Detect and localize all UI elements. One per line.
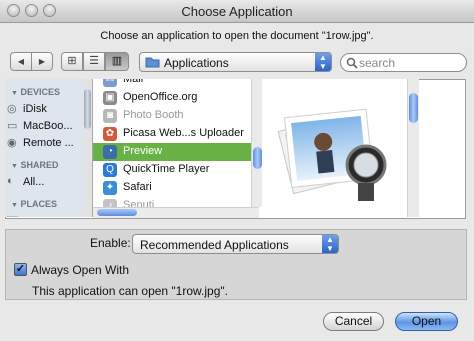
network-icon: ◐	[7, 175, 14, 187]
app-label: Mail	[123, 79, 144, 85]
location-popup[interactable]: Applications ▲ ▼	[139, 52, 332, 72]
column-view-icon: ▥	[111, 55, 123, 67]
forward-button[interactable]: ▶	[31, 52, 53, 71]
app-row[interactable]: ◔ Preview	[93, 143, 251, 161]
open-label: Open	[411, 314, 442, 328]
sidebar-scroll-thumb[interactable]	[84, 89, 91, 129]
popup-arrows-icon: ▲ ▼	[315, 53, 331, 71]
app-label: Photo Booth	[123, 109, 184, 121]
compatibility-note: This application can open "1row.jpg".	[32, 284, 228, 298]
folder-icon	[145, 57, 160, 68]
app-row[interactable]: ✦ Safari	[93, 179, 251, 197]
preview-scrollbar[interactable]	[407, 79, 419, 217]
search-icon	[346, 57, 358, 69]
preview-icon: ◔	[103, 145, 117, 159]
laptop-icon: ▭	[7, 120, 18, 132]
picasa-icon: ✿	[103, 127, 117, 141]
sidebar-item-label: Remote ...	[23, 137, 74, 149]
checkmark-icon: ✓	[15, 263, 26, 275]
dialog-prompt: Choose an application to open the docume…	[100, 30, 374, 42]
app-row[interactable]: ◙ Photo Booth	[93, 107, 251, 125]
app-label: Safari	[123, 181, 152, 193]
enable-popup[interactable]: Recommended Applications ▲ ▼	[132, 234, 339, 254]
horizontal-scroll-thumb[interactable]	[97, 209, 137, 216]
location-label: Applications	[164, 56, 229, 70]
mail-icon: ✉	[103, 79, 117, 87]
preview-scroll-thumb[interactable]	[409, 93, 418, 123]
choose-application-dialog: Choose Application Choose an application…	[0, 0, 474, 341]
enable-label: Enable:	[90, 236, 131, 250]
preview-pane	[262, 79, 407, 217]
app-row[interactable]: Q QuickTime Player	[93, 161, 251, 179]
sidebar-item-label: iDisk	[23, 103, 47, 115]
column-scroll-thumb[interactable]	[253, 147, 262, 169]
disclosure-triangle-icon[interactable]: ▼	[11, 163, 18, 170]
disc-icon: ◉	[7, 137, 17, 149]
quicktime-icon: Q	[103, 163, 117, 177]
title-bar: Choose Application	[0, 0, 474, 23]
horizontal-scrollbar[interactable]	[93, 207, 259, 218]
sidebar: ▼ DEVICES ◎ iDisk ▭ MacBoo... ◉ Remote .…	[5, 79, 93, 217]
places-heading: ▼ PLACES	[11, 199, 57, 209]
globe-icon: ◎	[7, 103, 17, 115]
devices-heading: ▼ DEVICES	[11, 87, 60, 97]
open-button[interactable]: Open	[395, 312, 458, 331]
forward-arrow-icon: ▶	[38, 57, 46, 66]
icon-view-icon: ⊞	[67, 55, 77, 67]
sidebar-item-macbook[interactable]: ▭ MacBoo...	[5, 119, 89, 135]
cancel-label: Cancel	[334, 314, 373, 328]
sidebar-item-idisk[interactable]: ◎ iDisk	[5, 102, 89, 118]
app-row[interactable]: ✉ Mail	[93, 79, 251, 89]
disclosure-triangle-icon[interactable]: ▼	[11, 90, 18, 97]
applications-column: ✉ Mail ▣ OpenOffice.org ◙ Photo Booth ✿ Picasa …	[93, 79, 251, 217]
shared-heading: ▼ SHARED	[11, 160, 59, 170]
sidebar-item-all[interactable]: ◐ All...	[5, 175, 89, 191]
search-field[interactable]: search	[340, 53, 467, 72]
popup-arrows-icon: ▲ ▼	[322, 235, 338, 253]
app-label: OpenOffice.org	[123, 91, 198, 103]
always-open-checkbox[interactable]: ✓	[14, 263, 27, 276]
app-label: Preview	[123, 145, 163, 157]
column-view-button[interactable]: ▥	[105, 52, 129, 71]
app-label: Picasa Web...s Uploader	[123, 127, 244, 139]
always-open-label[interactable]: Always Open With	[31, 263, 129, 277]
sidebar-item-label: MacBoo...	[23, 120, 73, 132]
sidebar-item-remote-disc[interactable]: ◉ Remote ...	[5, 136, 89, 152]
folder-icon: ▣	[103, 91, 117, 105]
app-row[interactable]: ▣ OpenOffice.org	[93, 89, 251, 107]
camera-icon: ◙	[103, 109, 117, 123]
window-title: Choose Application	[181, 4, 293, 19]
app-label: QuickTime Player	[123, 163, 210, 175]
compass-icon: ✦	[103, 181, 117, 195]
preview-app-icon	[277, 108, 387, 201]
sidebar-item-label: All...	[23, 176, 45, 188]
desktop-icon: ▬	[7, 211, 18, 217]
search-placeholder: search	[359, 56, 396, 70]
disclosure-triangle-icon[interactable]: ▼	[11, 202, 18, 209]
back-arrow-icon: ◀	[17, 57, 25, 66]
cancel-button[interactable]: Cancel	[323, 312, 384, 331]
app-row[interactable]: ✿ Picasa Web...s Uploader	[93, 125, 251, 143]
list-view-button[interactable]: ☰	[83, 52, 105, 71]
enable-value: Recommended Applications	[140, 238, 289, 252]
back-button[interactable]: ◀	[10, 52, 32, 71]
list-view-icon: ☰	[89, 55, 99, 67]
icon-view-button[interactable]: ⊞	[61, 52, 83, 71]
sidebar-scrollbar[interactable]	[84, 79, 92, 217]
